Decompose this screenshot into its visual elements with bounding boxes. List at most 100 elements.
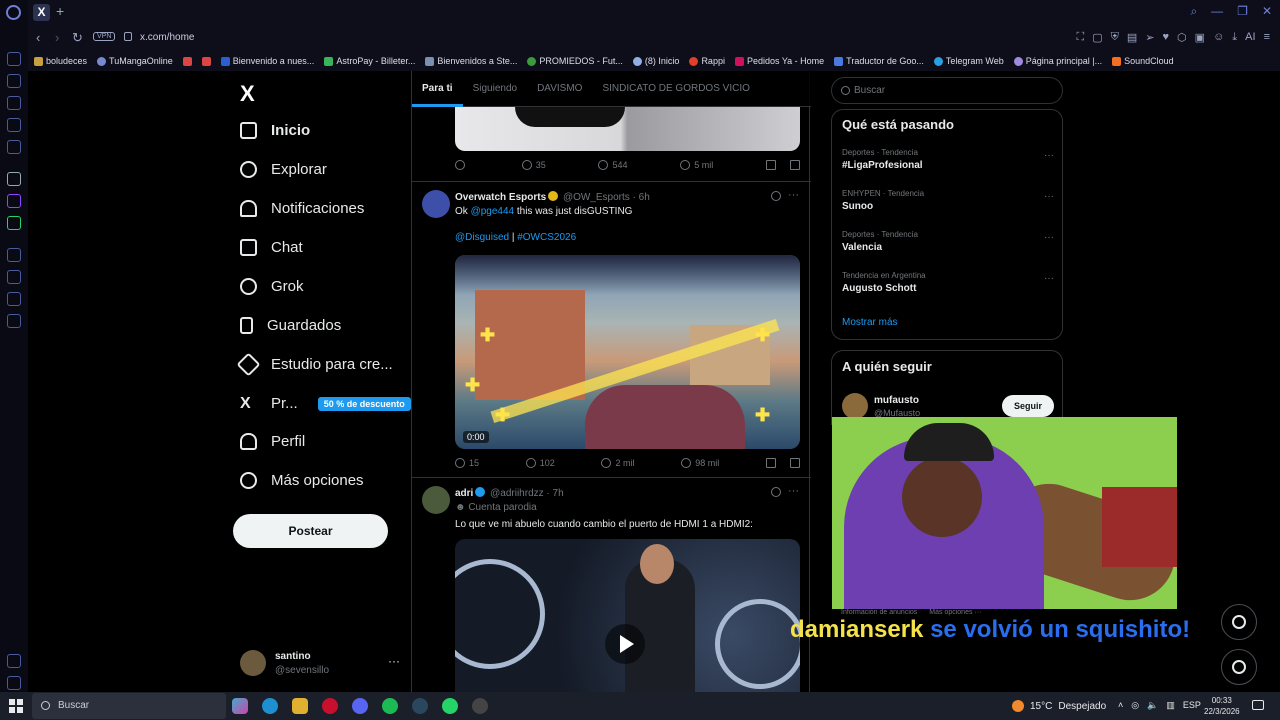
grok-icon[interactable] xyxy=(771,487,781,497)
avatar[interactable] xyxy=(422,486,450,514)
nav-item-estudio[interactable]: Estudio para cre... xyxy=(236,352,393,377)
vpn-badge[interactable]: VPN xyxy=(93,32,116,41)
bookmark-item[interactable]: TuMangaOnline xyxy=(97,56,173,66)
nav-item-explorar[interactable]: Explorar xyxy=(240,161,327,178)
twitch-icon[interactable] xyxy=(7,194,21,208)
bookmark-item[interactable]: Rappi xyxy=(689,56,725,66)
search-tabs-icon[interactable]: ⌕ xyxy=(1190,4,1197,19)
tab-x[interactable]: X xyxy=(33,4,50,21)
forward-button[interactable]: › xyxy=(55,30,59,45)
nav-item-mas-opciones[interactable]: Más opciones xyxy=(240,472,364,489)
tweet-time[interactable]: · 7h xyxy=(546,488,563,499)
sidebar-more-icon[interactable] xyxy=(7,676,21,690)
chevron-up-icon[interactable]: ˄ xyxy=(1118,700,1123,711)
taskbar-search[interactable]: Buscar xyxy=(32,693,226,719)
url-field[interactable]: x.com/home xyxy=(140,32,194,43)
bookmark-item[interactable]: Traductor de Goo... xyxy=(834,56,924,66)
bookmark-item[interactable]: Página principal |... xyxy=(1013,56,1102,66)
trend-item[interactable]: Deportes · Tendencia Valencia ··· xyxy=(842,230,1054,253)
minimize-button[interactable]: — xyxy=(1211,4,1223,19)
lock-icon[interactable] xyxy=(124,32,132,41)
language-indicator[interactable]: ESP xyxy=(1183,700,1201,711)
like-button[interactable]: 544 xyxy=(598,160,628,170)
screenshot-icon[interactable]: ⛶ xyxy=(1077,31,1085,44)
copilot-icon[interactable] xyxy=(232,698,248,714)
play-icon[interactable] xyxy=(605,624,645,664)
menu-icon[interactable]: ≡ xyxy=(1264,31,1270,44)
nav-item-grok[interactable]: Grok xyxy=(240,278,304,295)
messenger-icon[interactable] xyxy=(7,52,21,66)
profile-icon[interactable]: ☺ xyxy=(1213,31,1224,44)
nav-item-inicio[interactable]: Inicio xyxy=(240,122,310,139)
bookmark-item[interactable]: Pedidos Ya - Home xyxy=(734,56,824,66)
ad-info-link[interactable]: Información de anuncios xyxy=(841,609,917,616)
back-button[interactable]: ‹ xyxy=(36,30,40,45)
tweet[interactable]: Overwatch Esports @OW_Esports · 6h ··· O… xyxy=(412,181,811,477)
windows-start-icon[interactable] xyxy=(9,699,23,713)
tab-siguiendo[interactable]: Siguiendo xyxy=(463,71,527,106)
more-icon[interactable]: ··· xyxy=(788,189,799,201)
chatgpt-icon[interactable] xyxy=(7,172,21,186)
views-button[interactable]: 5 mil xyxy=(680,160,713,170)
spotify-icon[interactable] xyxy=(382,698,398,714)
bookmark-item[interactable]: SoundCloud xyxy=(1112,56,1174,66)
show-more-link[interactable]: Mostrar más xyxy=(842,317,898,328)
whatsapp-icon[interactable] xyxy=(7,216,21,230)
author-handle[interactable]: @OW_Esports xyxy=(563,192,630,203)
volume-icon[interactable]: 🔈 xyxy=(1147,700,1158,711)
app-icon[interactable] xyxy=(472,698,488,714)
clock[interactable]: 00:33 22/3/2026 xyxy=(1204,695,1240,717)
more-icon[interactable]: ··· xyxy=(1044,273,1054,284)
x-logo[interactable]: X xyxy=(240,81,255,107)
bookmark-item[interactable]: boludeces xyxy=(34,56,87,66)
nav-item-perfil[interactable]: Perfil xyxy=(240,433,305,450)
extensions-icon[interactable] xyxy=(7,292,21,306)
more-icon[interactable]: ··· xyxy=(788,485,799,497)
file-explorer-icon[interactable] xyxy=(292,698,308,714)
account-switcher[interactable]: santino @sevensillo ··· xyxy=(240,648,400,680)
maximize-button[interactable]: ❐ xyxy=(1237,4,1248,19)
bookmark-item[interactable] xyxy=(201,56,211,66)
tab-para-ti[interactable]: Para ti xyxy=(412,71,463,107)
trend-item[interactable]: Tendencia en Argentina Augusto Schott ··… xyxy=(842,271,1054,294)
weather-widget[interactable]: 15°C Despejado xyxy=(1012,700,1106,712)
repost-button[interactable]: 35 xyxy=(521,160,546,170)
maps-icon[interactable] xyxy=(7,140,21,154)
more-options-link[interactable]: Más opciones ··· xyxy=(929,609,981,616)
network-icon[interactable]: ▥ xyxy=(1166,700,1175,711)
author-handle[interactable]: @adriihrdzz xyxy=(490,488,544,499)
follow-button[interactable]: Seguir xyxy=(1002,395,1054,417)
grok-fab-button[interactable] xyxy=(1221,604,1257,640)
wallet-icon[interactable]: ▤ xyxy=(1127,31,1137,44)
edge-icon[interactable] xyxy=(262,698,278,714)
tweet[interactable]: adri @adriihrdzz · 7h ··· ☻ Cuenta parod… xyxy=(412,477,811,692)
bookmark-item[interactable]: Bienvenido a nues... xyxy=(220,56,314,66)
reload-button[interactable]: ↻ xyxy=(72,30,83,46)
heart-icon[interactable]: ♥ xyxy=(1163,31,1170,44)
bookmark-item[interactable] xyxy=(182,56,192,66)
cube-icon[interactable]: ⬡ xyxy=(1177,31,1187,44)
bookmark-item[interactable]: Bienvenidos a Ste... xyxy=(425,56,517,66)
nav-item-notificaciones[interactable]: Notificaciones xyxy=(240,200,364,217)
shield-icon[interactable]: ⛨ xyxy=(1111,31,1119,44)
bag-icon[interactable] xyxy=(7,96,21,110)
reply-button[interactable]: 15 xyxy=(455,458,479,468)
bookmark-item[interactable]: Telegram Web xyxy=(933,56,1004,66)
author-name[interactable]: adri xyxy=(455,488,473,499)
tweet-video[interactable] xyxy=(455,539,800,692)
bookmark-button[interactable] xyxy=(765,458,800,468)
close-button[interactable]: ✕ xyxy=(1262,4,1272,19)
tab-davismo[interactable]: DAVISMO xyxy=(527,71,592,106)
trend-item[interactable]: Deportes · Tendencia #LigaProfesional ··… xyxy=(842,148,1054,171)
more-icon[interactable]: ··· xyxy=(1044,232,1054,243)
avatar[interactable] xyxy=(422,190,450,218)
history-icon[interactable] xyxy=(7,270,21,284)
discord-icon[interactable] xyxy=(352,698,368,714)
like-button[interactable]: 2 mil xyxy=(601,458,635,468)
repost-button[interactable]: 102 xyxy=(525,458,555,468)
messages-fab-button[interactable] xyxy=(1221,649,1257,685)
mention-link[interactable]: @Disguised xyxy=(455,232,509,243)
whatsapp-icon[interactable] xyxy=(442,698,458,714)
gx-icon[interactable] xyxy=(7,654,21,668)
nav-item-chat[interactable]: Chat xyxy=(240,239,303,256)
